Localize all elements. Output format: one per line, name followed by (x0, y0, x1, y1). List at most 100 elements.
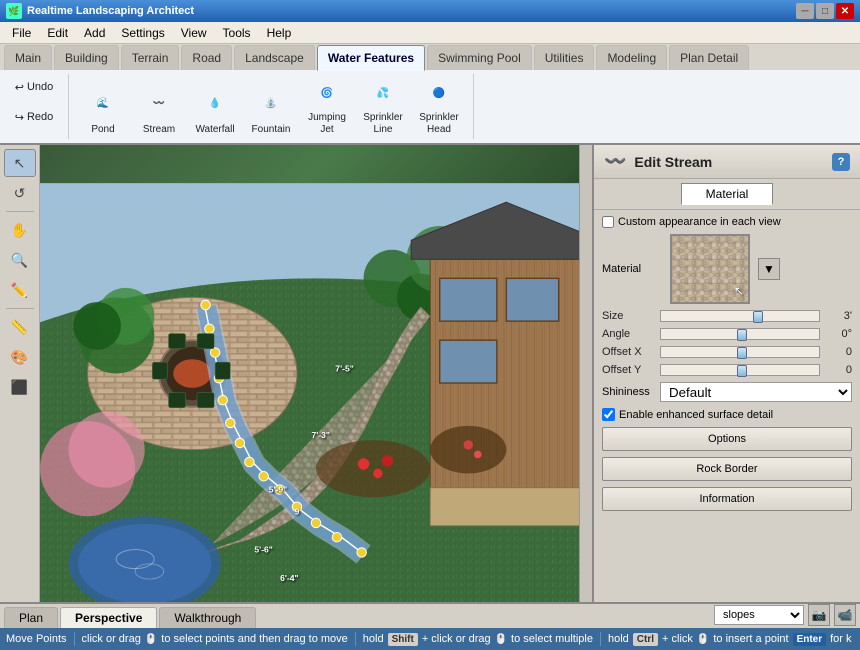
tool-zoom-in[interactable]: 🔍 (4, 246, 36, 274)
information-button[interactable]: Information (602, 487, 852, 511)
menu-item-edit[interactable]: Edit (39, 24, 76, 42)
view-tab-plan[interactable]: Plan (4, 607, 58, 628)
ribbon-tab-swimming-pool[interactable]: Swimming Pool (427, 45, 532, 70)
angle-slider[interactable] (660, 328, 820, 340)
mouse-icon: 🖱️ (495, 634, 507, 645)
custom-appearance-checkbox[interactable] (602, 216, 614, 228)
redo-button[interactable]: ↪Redo (8, 104, 60, 130)
ribbon-toolbar: ↩Undo ↪Redo 🌊Pond〰️Stream 💧 Waterfall ⛲Founta… (0, 70, 860, 145)
menu-bar: FileEditAddSettingsViewToolsHelp (0, 22, 860, 44)
ribbon-tab-main[interactable]: Main (4, 45, 52, 70)
ribbon-tab-plan-detail[interactable]: Plan Detail (669, 45, 749, 70)
snapshot-button[interactable]: 📷 (808, 604, 830, 626)
svg-text:5'-6": 5'-6" (254, 544, 272, 554)
tool-texture[interactable]: 🎨 (4, 343, 36, 371)
options-button[interactable]: Options (602, 427, 852, 451)
angle-label: Angle (602, 328, 656, 340)
status-text: for k (830, 633, 851, 645)
tool-label: Jumping Jet (303, 112, 351, 136)
status-text: hold (363, 633, 384, 645)
material-swatch[interactable]: ↖ (670, 234, 750, 304)
status-text: hold (608, 633, 629, 645)
mouse-icon: 🖱️ (145, 634, 157, 645)
minimize-button[interactable]: ─ (796, 3, 814, 19)
tool-waterfall[interactable]: 💧 Waterfall (189, 76, 241, 138)
tool-pan[interactable]: ✋ (4, 216, 36, 244)
shininess-select[interactable]: Default Low Medium High (660, 382, 852, 402)
scene: 7'-5" 7'-3" 5'-9" 9 5'-6" 6'-4" 7 7'-5" (40, 145, 592, 602)
maximize-button[interactable]: □ (816, 3, 834, 19)
menu-item-help[interactable]: Help (259, 24, 300, 42)
canvas-area[interactable]: 7'-5" 7'-3" 5'-9" 9 5'-6" 6'-4" 7 7'-5" (40, 145, 592, 602)
tool-stream[interactable]: 〰️Stream (133, 76, 185, 138)
status-text: click or drag (82, 633, 141, 645)
ribbon-tab-landscape[interactable]: Landscape (234, 45, 315, 70)
tool-pond[interactable]: 🌊Pond (77, 76, 129, 138)
size-value: 3' (824, 310, 852, 322)
status-text: to select points and then drag to move (161, 633, 348, 645)
menu-item-view[interactable]: View (173, 24, 215, 42)
offset-x-slider[interactable] (660, 346, 820, 358)
panel-body: Custom appearance in each view Material (594, 210, 860, 517)
menu-item-file[interactable]: File (4, 24, 39, 42)
undo-button[interactable]: ↩Undo (8, 74, 60, 100)
tool-draw[interactable]: ✏️ (4, 276, 36, 304)
material-tab[interactable]: Material (681, 183, 774, 205)
panel-header: 〰️ Edit Stream ? (594, 145, 860, 179)
tool-sprinkler-line[interactable]: 💦Sprinkler Line (357, 76, 409, 138)
status-separator (355, 632, 356, 646)
video-button[interactable]: 📹 (834, 604, 856, 626)
view-tab-perspective[interactable]: Perspective (60, 607, 157, 628)
window-buttons: ─ □ ✕ (796, 3, 854, 19)
title-bar: 🌿 Realtime Landscaping Architect ─ □ ✕ (0, 0, 860, 22)
material-label: Material (602, 263, 662, 275)
ribbon-tab-building[interactable]: Building (54, 45, 119, 70)
tool-label: Stream (143, 124, 175, 136)
help-button[interactable]: ? (832, 153, 850, 171)
ribbon-tab-road[interactable]: Road (181, 45, 232, 70)
close-button[interactable]: ✕ (836, 3, 854, 19)
material-dropdown-btn[interactable]: ▼ (758, 258, 780, 280)
ribbon-tab-utilities[interactable]: Utilities (534, 45, 595, 70)
tool-label: Waterfall (195, 124, 234, 136)
tool-jumping-jet[interactable]: 🌀Jumping Jet (301, 76, 353, 138)
view-tab-walkthrough[interactable]: Walkthrough (159, 607, 256, 628)
menu-item-tools[interactable]: Tools (215, 24, 259, 42)
swatch-cursor: ↖ (734, 284, 744, 298)
main-content: ↖↺✋🔍✏️📏🎨⬛ (0, 145, 860, 602)
svg-text:7'-3": 7'-3" (312, 430, 330, 440)
sprinkler line-icon: 💦 (365, 78, 401, 110)
ribbon-tab-modeling[interactable]: Modeling (596, 45, 667, 70)
menu-item-settings[interactable]: Settings (113, 24, 172, 42)
menu-item-add[interactable]: Add (76, 24, 113, 42)
custom-appearance-row: Custom appearance in each view (602, 216, 852, 228)
keyboard-shortcut: Ctrl (633, 633, 658, 646)
tool-orbit[interactable]: ↺ (4, 179, 36, 207)
waterfall-icon: 💧 (197, 86, 233, 122)
status-bar: Move Points click or drag 🖱️ to select poin… (0, 628, 860, 650)
tool-fountain[interactable]: ⛲Fountain (245, 76, 297, 138)
size-slider[interactable] (660, 310, 820, 322)
status-text: to select multiple (511, 633, 593, 645)
view-dropdown[interactable]: slopesflatoverhead (714, 605, 804, 625)
tool-select[interactable]: ↖ (4, 149, 36, 177)
svg-text:7'-5": 7'-5" (335, 364, 353, 374)
tool-measure[interactable]: 📏 (4, 313, 36, 341)
app-title: Realtime Landscaping Architect (27, 5, 796, 17)
view-controls: slopesflatoverhead📷📹 (714, 604, 856, 628)
offset-y-slider[interactable] (660, 364, 820, 376)
ribbon-tab-terrain[interactable]: Terrain (121, 45, 180, 70)
ribbon-tab-water-features[interactable]: Water Features (317, 45, 425, 71)
tool-layers[interactable]: ⬛ (4, 373, 36, 401)
size-label: Size (602, 310, 656, 322)
status-text: Move Points (6, 633, 67, 645)
fountain-icon: ⛲ (253, 86, 289, 122)
enhanced-surface-checkbox[interactable] (602, 408, 615, 421)
rock-border-button[interactable]: Rock Border (602, 457, 852, 481)
offset-y-row: Offset Y 0 (602, 364, 852, 376)
offset-x-value: 0 (824, 346, 852, 358)
tool-sprinkler-head[interactable]: 🔵Sprinkler Head (413, 76, 465, 138)
left-toolbar: ↖↺ ✋🔍✏️ 📏🎨⬛ (0, 145, 40, 602)
status-separator (600, 632, 601, 646)
offset-x-label: Offset X (602, 346, 656, 358)
